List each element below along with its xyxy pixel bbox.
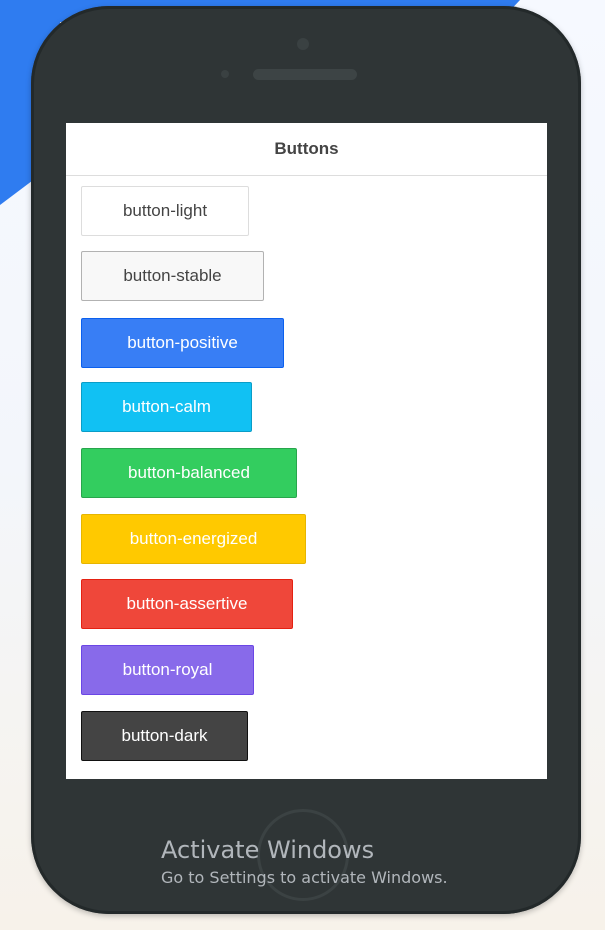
button-calm[interactable]: button-calm xyxy=(81,382,252,432)
button-energized[interactable]: button-energized xyxy=(81,514,306,564)
earpiece-speaker xyxy=(253,69,357,80)
button-royal[interactable]: button-royal xyxy=(81,645,254,695)
button-light[interactable]: button-light xyxy=(81,186,249,236)
sensor-icon xyxy=(221,70,229,78)
home-button[interactable] xyxy=(257,809,349,901)
button-positive[interactable]: button-positive xyxy=(81,318,284,368)
button-balanced[interactable]: button-balanced xyxy=(81,448,297,498)
front-camera-icon xyxy=(297,38,309,50)
button-assertive[interactable]: button-assertive xyxy=(81,579,293,629)
button-dark[interactable]: button-dark xyxy=(81,711,248,761)
header-bar: Buttons xyxy=(66,123,547,176)
page-title: Buttons xyxy=(274,139,339,158)
button-stable[interactable]: button-stable xyxy=(81,251,264,301)
phone-screen: Buttons button-light button-stable butto… xyxy=(66,123,547,779)
